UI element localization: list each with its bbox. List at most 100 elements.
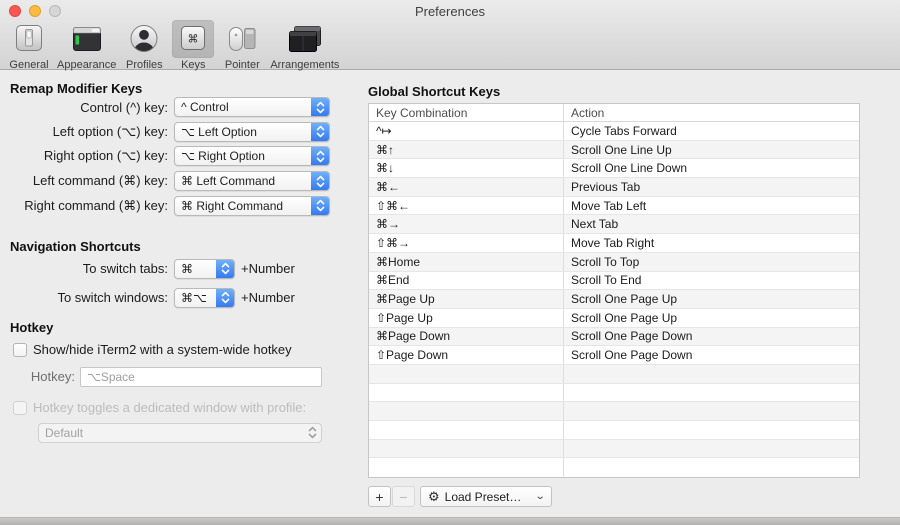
navigation-popup-1[interactable]: ⌘⌥ — [174, 288, 235, 308]
remap-row-label: Control (^) key: — [0, 100, 168, 115]
remap-row: Left option (⌥) key: ⌥ Left Option — [0, 122, 360, 142]
shortcut-action-cell: Move Tab Right — [564, 236, 859, 250]
window-chrome: Preferences General — [0, 0, 900, 70]
shortcut-action-cell: Scroll One Page Down — [564, 329, 859, 343]
remap-popup-3[interactable]: ⌘ Left Command — [174, 171, 330, 191]
remap-popup-2[interactable]: ⌥ Right Option — [174, 146, 330, 166]
toolbar-item-general[interactable]: General — [8, 20, 50, 71]
chevron-down-icon: ⌄ — [534, 491, 545, 502]
shortcut-row-empty[interactable] — [369, 458, 859, 477]
navigation-row-suffix: +Number — [241, 261, 295, 276]
toolbar-item-profiles[interactable]: Profiles — [123, 20, 165, 71]
left-pane: Remap Modifier Keys Control (^) key: ^ Co… — [0, 71, 360, 517]
shortcut-key-cell — [369, 365, 564, 383]
shortcut-row[interactable]: ⌘↑Scroll One Line Up — [369, 141, 859, 160]
profile-popup-value: Default — [39, 424, 303, 442]
popup-stepper-icon — [303, 424, 321, 442]
shortcut-action-cell: Scroll One Line Down — [564, 161, 859, 175]
remap-popup-2-value: ⌥ Right Option — [175, 147, 311, 165]
shortcut-row[interactable]: ⌘EndScroll To End — [369, 272, 859, 291]
popup-stepper-icon — [216, 260, 234, 278]
toolbar-label: Pointer — [225, 59, 260, 71]
shortcut-key-cell: ⌘→ — [369, 215, 564, 233]
preferences-window: Preferences General — [0, 0, 900, 525]
appearance-icon — [65, 20, 109, 58]
table-header-row: Key Combination Action — [369, 104, 859, 122]
arrangements-icon — [280, 20, 330, 58]
remap-popup-1[interactable]: ⌥ Left Option — [174, 122, 330, 142]
toolbar-item-arrangements[interactable]: Arrangements — [270, 20, 339, 71]
remap-popup-4[interactable]: ⌘ Right Command — [174, 196, 330, 216]
toolbar-item-keys[interactable]: ⌘ Keys — [172, 20, 214, 71]
shortcut-row[interactable]: ⌘Page UpScroll One Page Up — [369, 290, 859, 309]
shortcut-row[interactable]: ⌘←Previous Tab — [369, 178, 859, 197]
shortcut-action-cell: Scroll One Page Down — [564, 348, 859, 362]
toolbar-item-pointer[interactable]: Pointer — [221, 20, 263, 71]
window-title: Preferences — [0, 4, 900, 19]
shortcut-key-cell — [369, 440, 564, 458]
pointer-icon — [221, 20, 263, 58]
shortcut-key-cell — [369, 421, 564, 439]
navigation-row: To switch windows:⌘⌥+Number — [0, 288, 360, 308]
shortcut-row[interactable]: ⇧⌘→Move Tab Right — [369, 234, 859, 253]
toolbar-label: General — [9, 59, 48, 71]
shortcut-action-cell: Cycle Tabs Forward — [564, 124, 859, 138]
popup-stepper-icon — [311, 147, 329, 165]
shortcut-row-empty[interactable] — [369, 421, 859, 440]
load-preset-button[interactable]: ⚙ Load Preset… ⌄ — [420, 486, 552, 507]
remap-popup-0[interactable]: ^ Control — [174, 97, 330, 117]
shortcut-row-empty[interactable] — [369, 384, 859, 403]
shortcut-row[interactable]: ⌘Page DownScroll One Page Down — [369, 328, 859, 347]
add-shortcut-button[interactable]: + — [368, 486, 391, 507]
shortcut-key-cell: ⌘↓ — [369, 159, 564, 177]
column-header-key-combination[interactable]: Key Combination — [369, 104, 564, 121]
shortcut-action-cell: Next Tab — [564, 217, 859, 231]
shortcut-action-cell: Scroll To End — [564, 273, 859, 287]
navigation-popup-0-value: ⌘ — [175, 260, 216, 278]
table-body: ^↦Cycle Tabs Forward⌘↑Scroll One Line Up… — [369, 122, 859, 477]
hotkey-input[interactable]: ⌥Space — [80, 367, 322, 387]
column-header-action[interactable]: Action — [564, 106, 859, 120]
window-bottom-edge — [0, 517, 900, 525]
navigation-row: To switch tabs:⌘+Number — [0, 259, 360, 279]
shortcut-action-cell: Previous Tab — [564, 180, 859, 194]
shortcut-key-cell — [369, 402, 564, 420]
toolbar-item-appearance[interactable]: Appearance — [57, 20, 116, 71]
global-shortcuts-table: Key Combination Action ^↦Cycle Tabs Forw… — [368, 103, 860, 478]
toolbar-label: Arrangements — [270, 59, 339, 71]
navigation-row-label: To switch windows: — [0, 290, 168, 305]
remap-row-label: Right option (⌥) key: — [0, 148, 168, 164]
shortcut-row[interactable]: ⌘→Next Tab — [369, 215, 859, 234]
shortcut-row[interactable]: ⌘HomeScroll To Top — [369, 253, 859, 272]
show-hide-hotkey-checkbox[interactable] — [13, 343, 27, 357]
shortcut-action-cell: Move Tab Left — [564, 199, 859, 213]
shortcut-row[interactable]: ⌘↓Scroll One Line Down — [369, 159, 859, 178]
remap-row: Left command (⌘) key:⌘ Left Command — [0, 171, 360, 191]
navigation-rows: To switch tabs:⌘+NumberTo switch windows… — [0, 259, 360, 308]
remap-popup-0-value: ^ Control — [175, 98, 311, 116]
show-hide-hotkey-label: Show/hide iTerm2 with a system-wide hotk… — [33, 342, 292, 357]
toolbar: General Appearance — [8, 20, 346, 71]
shortcut-row[interactable]: ⇧Page UpScroll One Page Up — [369, 309, 859, 328]
dedicated-window-checkbox — [13, 401, 27, 415]
shortcut-row[interactable]: ⇧Page DownScroll One Page Down — [369, 346, 859, 365]
popup-stepper-icon — [311, 98, 329, 116]
remap-row-label: Left option (⌥) key: — [0, 124, 168, 140]
navigation-popup-0[interactable]: ⌘ — [174, 259, 235, 279]
shortcut-row-empty[interactable] — [369, 365, 859, 384]
popup-stepper-icon — [311, 123, 329, 141]
shortcut-key-cell: ⌘End — [369, 272, 564, 290]
shortcut-row[interactable]: ^↦Cycle Tabs Forward — [369, 122, 859, 141]
shortcut-row[interactable]: ⇧⌘←Move Tab Left — [369, 197, 859, 216]
dedicated-window-row: Hotkey toggles a dedicated window with p… — [13, 400, 360, 416]
general-icon — [8, 20, 50, 58]
shortcut-row-empty[interactable] — [369, 402, 859, 421]
profile-popup: Default — [38, 423, 322, 443]
remap-row: Control (^) key: ^ Control — [0, 97, 360, 117]
remap-rows: Control (^) key: ^ Control Left option (⌥)… — [0, 97, 360, 216]
shortcut-row-empty[interactable] — [369, 440, 859, 459]
remap-heading: Remap Modifier Keys — [10, 81, 360, 97]
hotkey-field-label: Hotkey: — [0, 369, 75, 384]
navigation-heading: Navigation Shortcuts — [10, 239, 360, 255]
table-footer: + − ⚙ Load Preset… ⌄ — [368, 486, 552, 507]
